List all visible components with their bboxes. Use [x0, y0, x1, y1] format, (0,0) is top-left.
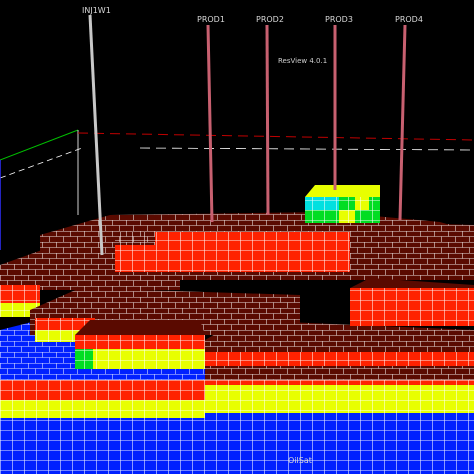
well-label-prod2: PROD2 [256, 15, 284, 24]
well-prod3[interactable]: PROD3 [325, 15, 353, 190]
well-prod1[interactable]: PROD1 [197, 15, 225, 223]
right-lower-block [205, 320, 474, 380]
viewer-title: ResView 4.0.1 [278, 57, 327, 65]
well-label-prod1: PROD1 [197, 15, 225, 24]
well-label-prod4: PROD4 [395, 15, 423, 24]
well-prod4[interactable]: PROD4 [395, 15, 423, 221]
reservoir-3d-viewport[interactable]: INJ1W1 PROD1 PROD2 PROD3 PROD4 ResView 4… [0, 0, 474, 474]
property-label: OilSat [288, 456, 312, 465]
front-cell-bands [0, 365, 474, 474]
well-label-prod3: PROD3 [325, 15, 353, 24]
well-label-inj1w1: INJ1W1 [82, 6, 111, 15]
well-prod2[interactable]: PROD2 [256, 15, 284, 216]
top-cell-block [305, 185, 380, 223]
